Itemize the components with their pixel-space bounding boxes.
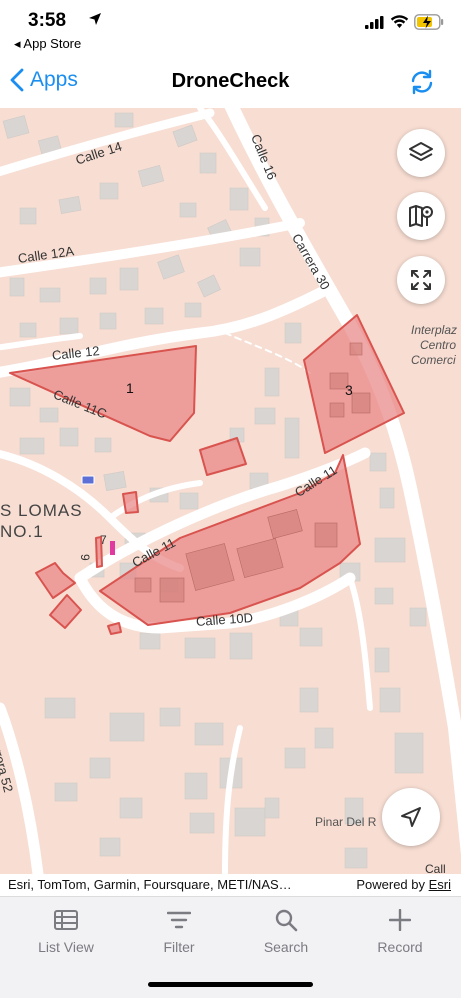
map-view[interactable]: Calle 14 Calle 16 Calle 12A Carrera 30 C…	[0, 108, 461, 874]
refresh-icon[interactable]	[408, 68, 436, 101]
zone-label-3: 3	[345, 382, 353, 398]
map-attribution: Esri, TomTom, Garmin, Foursquare, METI/N…	[0, 874, 461, 896]
chevron-left-icon	[10, 68, 24, 92]
place-label-no1: NO.1	[0, 522, 44, 541]
battery-charging-icon	[414, 14, 444, 35]
poi-label-pinar: Pinar Del R	[315, 815, 377, 829]
zone-polygon-small-c[interactable]	[35, 562, 76, 599]
tab-record[interactable]: Record	[350, 907, 450, 955]
tab-label-filter: Filter	[163, 939, 195, 955]
map-settings-icon	[409, 205, 433, 227]
search-icon	[236, 907, 336, 933]
bus-stop-marker	[81, 475, 95, 485]
basemap	[0, 108, 461, 874]
list-icon	[16, 907, 116, 933]
home-indicator[interactable]	[148, 982, 313, 987]
back-button-label: Apps	[30, 68, 78, 91]
tab-list-view[interactable]: List View	[16, 907, 116, 955]
zone-polygon-small-e[interactable]	[107, 622, 122, 635]
label-7: 7	[100, 533, 107, 547]
powered-by-prefix: Powered by	[356, 877, 429, 892]
esri-link[interactable]: Esri	[429, 877, 451, 892]
buildings	[2, 112, 427, 869]
tab-search[interactable]: Search	[236, 907, 336, 955]
layers-button[interactable]	[397, 129, 445, 177]
cellular-signal-icon	[365, 16, 385, 34]
filter-icon	[129, 907, 229, 933]
attribution-sources[interactable]: Esri, TomTom, Garmin, Foursquare, METI/N…	[8, 877, 292, 892]
poi-label-comercio: Comerci	[411, 353, 456, 367]
tab-filter[interactable]: Filter	[129, 907, 229, 955]
back-button[interactable]: Apps	[10, 68, 78, 92]
poi-label-centro: Centro	[420, 338, 457, 352]
tab-label-list-view: List View	[38, 939, 94, 955]
navigation-bar: Apps DroneCheck	[0, 56, 461, 108]
powered-by: Powered by Esri	[356, 877, 451, 892]
status-time: 3:58	[28, 10, 67, 31]
zone-polygon-small-a[interactable]	[199, 437, 247, 476]
zone-polygon-small-d[interactable]	[49, 594, 82, 629]
zone-polygon-small-b[interactable]	[122, 491, 139, 514]
locate-button[interactable]	[382, 788, 440, 846]
wifi-icon	[390, 14, 409, 34]
back-to-app-store[interactable]: ◂ App Store	[14, 36, 81, 52]
zone-label-1: 1	[126, 380, 134, 396]
street-label-9: 9	[78, 554, 92, 561]
tab-label-record: Record	[377, 939, 423, 955]
plus-icon	[350, 907, 450, 933]
poi-label-interplaza: Interplaz	[411, 323, 458, 337]
parcel-marker	[110, 541, 115, 555]
layers-icon	[409, 142, 433, 161]
street-label-calle-cut: Call	[425, 862, 446, 874]
full-extent-button[interactable]	[397, 256, 445, 304]
navigation-arrow-icon	[401, 807, 421, 827]
status-bar: 3:58 ◂ App Store	[0, 0, 461, 56]
place-label-lomas: S LOMAS	[0, 501, 83, 520]
expand-icon	[411, 270, 431, 290]
basemap-button[interactable]	[397, 192, 445, 240]
tab-label-search: Search	[263, 939, 309, 955]
location-arrow-icon	[88, 12, 102, 31]
